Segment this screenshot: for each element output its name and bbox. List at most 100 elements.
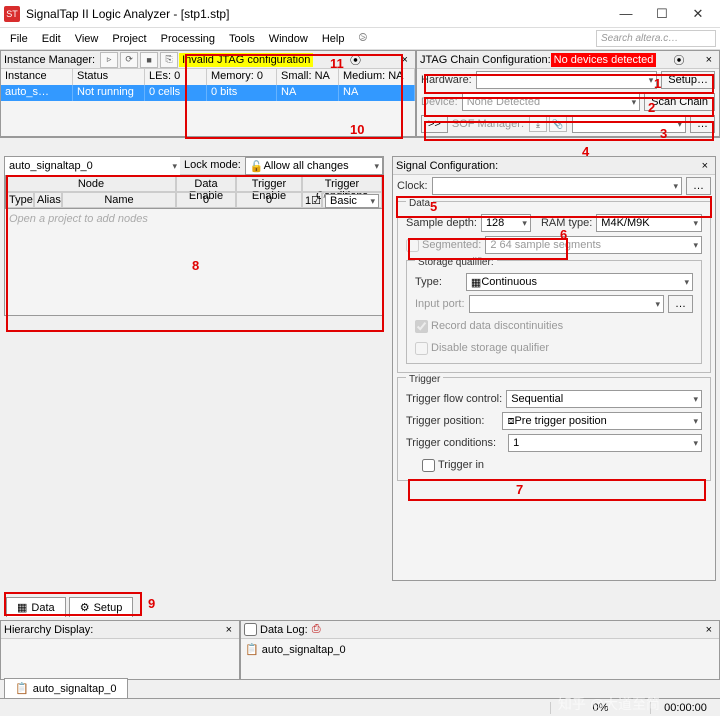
menu-window[interactable]: Window [263,31,314,47]
run-all-icon[interactable]: ⟳ [120,52,138,68]
attach-icon[interactable]: 📎 [549,116,567,132]
clock-browse-button[interactable]: … [686,177,711,195]
instance-select[interactable]: auto_signaltap_0 [5,157,180,175]
read-icon[interactable]: ⎘ [160,52,178,68]
record-label: Record data discontinuities [431,320,563,332]
val-trigger-enable: 0 [236,192,302,208]
trigger-pos-select[interactable]: ⧈ Pre trigger position [502,412,702,430]
clock-field[interactable] [432,177,682,195]
tab-setup-label: Setup [94,602,123,614]
menu-processing[interactable]: Processing [155,31,221,47]
download-icon[interactable]: ⤓ [529,116,547,132]
menu-tools[interactable]: Tools [223,31,261,47]
close-button[interactable]: ✕ [680,3,716,25]
help-icon[interactable]: ⧁ [352,30,373,47]
col-les[interactable]: LEs: 0 [145,69,207,85]
trigger-pos-label: Trigger position: [406,415,484,427]
datalog-pane: Data Log: ⎙× 📋 auto_signaltap_0 [240,620,720,680]
annotation-2: 2 [648,100,655,115]
hdr-alias[interactable]: Alias [34,192,62,208]
disable-sq-label: Disable storage qualifier [431,342,549,354]
setup-button[interactable]: Setup… [661,71,715,89]
segmented-checkbox[interactable] [406,239,419,252]
jtag-status-badge: No devices detected [551,53,657,67]
segmented-label: Segmented: [422,239,481,251]
col-small[interactable]: Small: NA [277,69,339,85]
close-icon[interactable]: × [398,54,412,66]
hdr-trigger-enable[interactable]: Trigger Enable [236,176,302,192]
device-select[interactable]: None Detected [462,93,640,111]
lockmode-select[interactable]: 🔓 Allow all changes [245,157,383,175]
annotation-4: 4 [582,144,589,159]
sample-depth-select[interactable]: 128 [481,214,531,232]
sof-browse-button[interactable]: … [690,115,715,133]
signal-config-title: Signal Configuration: [396,160,498,172]
collapse-button[interactable]: >> [421,115,448,133]
ram-type-select[interactable]: M4K/M9K [596,214,702,232]
col-status[interactable]: Status [73,69,145,85]
annotation-7: 7 [516,482,523,497]
signal-configuration-pane: Signal Configuration: × Clock: … Data Sa… [392,156,716,581]
stop-icon[interactable]: ■ [140,52,158,68]
close-icon[interactable]: × [222,624,236,636]
annotation-11: 11 [330,56,344,71]
menubar: File Edit View Project Processing Tools … [0,28,720,50]
datalog-checkbox[interactable] [244,623,257,636]
storage-legend: Storage qualifier: [415,257,497,268]
menu-view[interactable]: View [69,31,105,47]
flow-select[interactable]: Sequential [506,390,702,408]
close-icon[interactable]: × [698,160,712,172]
hdr-trigger-conditions[interactable]: Trigger Conditions [302,176,382,192]
menu-project[interactable]: Project [106,31,152,47]
annotation-9: 9 [148,596,155,611]
tab-setup[interactable]: ⚙ Setup [69,597,134,617]
device-label: Device: [421,96,458,108]
close-icon[interactable]: × [702,54,716,66]
hdr-name[interactable]: Name [62,192,176,208]
datalog-icon[interactable]: ⎙ [312,623,321,636]
sof-field[interactable] [572,115,686,133]
app-icon: ST [4,6,20,22]
instance-manager-label: Instance Manager: [4,54,95,66]
menu-edit[interactable]: Edit [36,31,67,47]
val-data-enable: 0 [176,192,236,208]
trigger-cond-select[interactable]: 1 [508,434,702,452]
trigger-in-label: Trigger in [438,459,484,471]
maximize-button[interactable]: ☐ [644,3,680,25]
hierarchy-pane: Hierarchy Display:× [0,620,240,680]
annotation-10: 10 [350,122,364,137]
window-title: SignalTap II Logic Analyzer - [stp1.stp] [26,7,608,21]
menu-help[interactable]: Help [316,31,351,47]
instance-row[interactable]: auto_s… Not running 0 cells 0 bits NA NA [1,85,415,101]
hardware-select[interactable] [476,71,658,89]
close-icon[interactable]: × [702,624,716,636]
input-port-field [469,295,664,313]
row-memory: 0 bits [207,85,277,101]
trigger-cond-label: Trigger conditions: [406,437,496,449]
hdr-data-enable[interactable]: Data Enable [176,176,236,192]
lockmode-value: Allow all changes [264,160,349,172]
help-icon[interactable]: ⦿ [346,52,365,68]
help-icon[interactable]: ⦿ [669,52,688,68]
bottom-tab[interactable]: 📋 auto_signaltap_0 [4,678,128,698]
trigger-in-checkbox[interactable] [422,459,435,472]
hdr-node[interactable]: Node [6,176,176,192]
col-memory[interactable]: Memory: 0 [207,69,277,85]
hdr-type[interactable]: Type [6,192,34,208]
menu-file[interactable]: File [4,31,34,47]
tab-data[interactable]: ▦ Data [6,597,66,617]
input-port-browse[interactable]: … [668,295,693,313]
minimize-button[interactable]: — [608,3,644,25]
basic-select[interactable]: Basic [325,194,379,208]
annotation-8: 8 [192,258,199,273]
segmented-select: 2 64 sample segments [485,236,702,254]
row-name: auto_s… [1,85,73,101]
col-medium[interactable]: Medium: NA [339,69,415,85]
node-placeholder: Open a project to add nodes [5,209,383,229]
col-instance[interactable]: Instance [1,69,73,85]
datalog-item[interactable]: auto_signaltap_0 [262,644,346,656]
search-input[interactable]: Search altera.c… [596,30,716,47]
annotation-5: 5 [430,199,437,214]
run-icon[interactable]: ▹ [100,52,118,68]
sq-type-select[interactable]: ▦ Continuous [466,273,693,291]
